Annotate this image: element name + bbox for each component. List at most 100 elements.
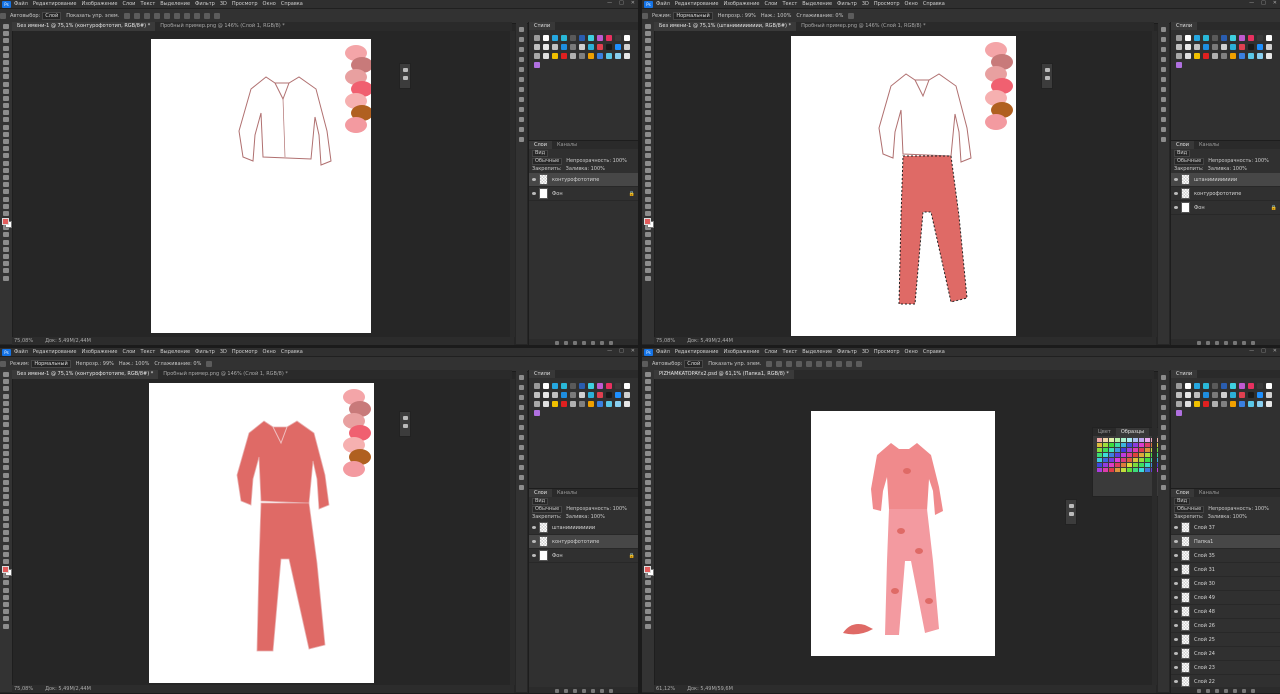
layer-row[interactable]: Слой 25 (1171, 633, 1280, 647)
layer-row[interactable]: Фон 🔒 (529, 187, 638, 201)
style-swatch[interactable] (1194, 392, 1200, 398)
panel-strip-icon[interactable] (519, 385, 524, 390)
menu-item[interactable]: Фильтр (837, 349, 857, 355)
layer-fill[interactable]: Заливка: 100% (1208, 514, 1247, 520)
style-swatch[interactable] (1203, 35, 1209, 41)
swatch[interactable] (1121, 468, 1126, 472)
panel-strip-icon[interactable] (519, 77, 524, 82)
tool-icon[interactable] (645, 239, 651, 245)
tool-icon[interactable] (3, 508, 9, 514)
tool-icon[interactable] (3, 415, 9, 421)
style-swatch[interactable] (1221, 35, 1227, 41)
folder-icon[interactable] (591, 340, 595, 345)
layer-row[interactable]: Папка1 (1171, 535, 1280, 549)
style-swatch[interactable] (588, 383, 594, 389)
panel-strip-icon[interactable] (1161, 107, 1166, 112)
tool-icon[interactable] (3, 59, 9, 65)
panel-strip-icon[interactable] (1161, 127, 1166, 132)
tool-icon[interactable] (3, 609, 9, 615)
tool-icon[interactable] (3, 74, 9, 80)
tab-channels[interactable]: Каналы (552, 141, 582, 149)
tool-icon[interactable] (645, 124, 651, 130)
layer-row[interactable]: Слой 24 (1171, 647, 1280, 661)
style-swatch[interactable] (543, 53, 549, 59)
panel-strip-icon[interactable] (519, 97, 524, 102)
menu-item[interactable]: Текст (140, 349, 155, 355)
style-swatch[interactable] (1176, 401, 1182, 407)
folder-icon[interactable] (591, 688, 595, 693)
tool-icon[interactable] (645, 52, 651, 58)
tool-icon[interactable] (645, 508, 651, 514)
menu-item[interactable]: Фильтр (195, 1, 215, 7)
zoom-level[interactable]: 75,08% (14, 338, 33, 344)
tool-icon[interactable] (3, 196, 9, 202)
panel-strip-icon[interactable] (519, 107, 524, 112)
foreground-color[interactable] (644, 218, 651, 225)
brush-flow[interactable]: Наж.: 100% (761, 13, 792, 19)
menu-item[interactable]: Изображение (81, 1, 117, 7)
swatch[interactable] (1115, 458, 1120, 462)
swatch[interactable] (1103, 453, 1108, 457)
align-icon[interactable] (134, 13, 141, 19)
style-swatch[interactable] (615, 35, 621, 41)
tool-icon[interactable] (3, 472, 9, 478)
menu-item[interactable]: Фильтр (195, 349, 215, 355)
link-icon[interactable] (555, 340, 559, 345)
panel-strip-icon[interactable] (1161, 445, 1166, 450)
swatch[interactable] (1097, 453, 1102, 457)
style-swatch[interactable] (597, 392, 603, 398)
swatch[interactable] (1127, 468, 1132, 472)
menu-item[interactable]: Выделение (160, 1, 190, 7)
brush-icon[interactable] (402, 416, 408, 420)
style-swatch[interactable] (543, 383, 549, 389)
workspace[interactable] (13, 31, 510, 337)
tool-icon[interactable] (3, 436, 9, 442)
tool-icon[interactable] (645, 623, 651, 629)
tool-icon[interactable] (645, 537, 651, 543)
tool-icon[interactable] (3, 189, 9, 195)
menu-item[interactable]: Слои (764, 1, 777, 7)
menu-item[interactable]: Справка (923, 349, 945, 355)
tool-icon[interactable] (645, 393, 651, 399)
style-swatch[interactable] (624, 35, 630, 41)
show-transform-controls[interactable]: Показать упр. элем. (66, 13, 119, 19)
tool-icon[interactable] (645, 167, 651, 173)
style-swatch[interactable] (1185, 53, 1191, 59)
tool-icon[interactable] (3, 167, 9, 173)
workspace[interactable] (13, 379, 510, 685)
tool-icon[interactable] (645, 451, 651, 457)
tool-icon[interactable] (645, 609, 651, 615)
eye-icon[interactable] (532, 178, 536, 181)
tool-icon[interactable] (3, 623, 9, 629)
minimize-icon[interactable]: — (607, 348, 612, 354)
document-canvas[interactable] (811, 411, 995, 656)
swatch[interactable] (1115, 443, 1120, 447)
brush-mode[interactable]: Режим: Нормальный (10, 360, 71, 368)
panel-strip-icon[interactable] (519, 47, 524, 52)
menu-item[interactable]: Справка (281, 1, 303, 7)
swatch[interactable] (1109, 453, 1114, 457)
tool-icon[interactable] (645, 254, 651, 259)
tool-icon[interactable] (3, 594, 9, 600)
swatch[interactable] (1127, 443, 1132, 447)
brush-icon[interactable] (402, 68, 408, 72)
layer-row[interactable]: Слой 23 (1171, 661, 1280, 675)
style-swatch[interactable] (615, 44, 621, 50)
minimize-icon[interactable]: — (1249, 0, 1254, 6)
style-swatch[interactable] (1203, 401, 1209, 407)
gear-icon[interactable] (848, 13, 855, 19)
panel-strip-icon[interactable] (1161, 425, 1166, 430)
style-swatch[interactable] (561, 53, 567, 59)
maximize-icon[interactable]: □ (1261, 0, 1266, 6)
tool-icon[interactable] (3, 372, 9, 377)
style-swatch[interactable] (1230, 35, 1236, 41)
fx-icon[interactable] (1206, 688, 1210, 693)
brush-icon[interactable] (1044, 68, 1050, 72)
blend-mode[interactable]: Обычные (1174, 505, 1205, 513)
align-icon[interactable] (846, 361, 853, 367)
style-swatch[interactable] (606, 53, 612, 59)
panel-strip-icon[interactable] (1161, 435, 1166, 440)
zoom-level[interactable]: 75,08% (656, 338, 675, 344)
tool-icon[interactable] (645, 379, 651, 385)
adjustment-icon[interactable] (1224, 688, 1228, 693)
